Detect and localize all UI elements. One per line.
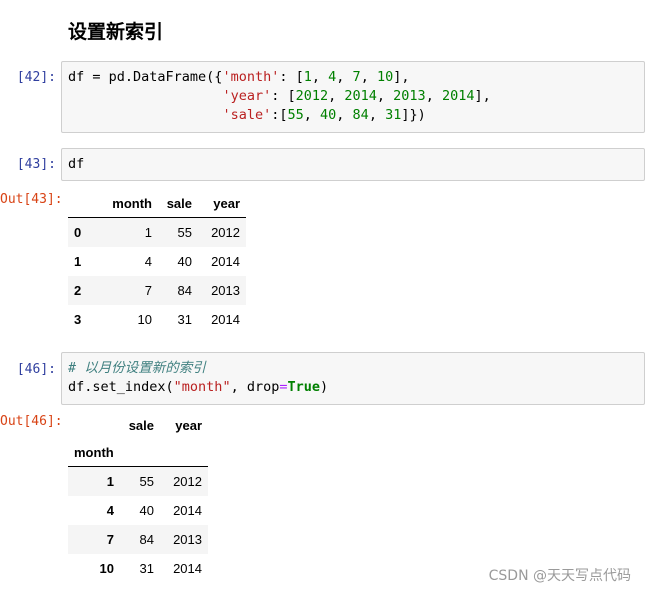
row-index: 2 (74, 283, 82, 298)
column-header: year (175, 418, 202, 433)
column-header: month (94, 190, 158, 218)
table-cell: 2014 (211, 312, 240, 327)
table-index-name-row: month (68, 439, 208, 467)
table-cell: 1 (144, 225, 152, 240)
empty-header (160, 439, 208, 467)
table-cell: 84 (139, 532, 154, 547)
section-heading: 设置新索引 (68, 21, 164, 43)
table-cell: 2014 (173, 503, 202, 518)
table-row: 0 1 55 2012 (68, 217, 246, 247)
table-cell: 84 (177, 283, 192, 298)
table-header-row: sale year (68, 412, 208, 439)
code-text: df = pd.DataFrame({ (68, 69, 223, 85)
dataframe-output-46: sale year month 1 55 2012 4 40 2014 7 84… (68, 412, 208, 583)
table-row: 10 31 2014 (68, 554, 208, 583)
table-row: 1 55 2012 (68, 466, 208, 496)
code-keyword: True (287, 379, 321, 395)
table-row: 2 7 84 2013 (68, 276, 246, 305)
table-cell: 7 (144, 283, 152, 298)
code-text: : [ (279, 69, 304, 85)
code-text: , drop (230, 379, 280, 395)
code-text: df.set_index( (68, 379, 174, 395)
table-cell: 2014 (173, 561, 202, 576)
code-text: ) (320, 379, 329, 395)
column-header: sale (128, 418, 154, 433)
table-cell: 40 (177, 254, 192, 269)
row-index: 0 (74, 225, 82, 240)
code-cell-46[interactable]: # 以月份设置新的索引 df.set_index("month", drop=T… (61, 352, 645, 405)
row-index: 1 (74, 254, 82, 269)
row-index: 4 (106, 503, 114, 518)
index-header (68, 190, 94, 218)
table-cell: 4 (144, 254, 152, 269)
code-string: 'month' (222, 69, 280, 85)
table-cell: 40 (139, 503, 154, 518)
table-row: 7 84 2013 (68, 525, 208, 554)
code-number: 2014 (344, 88, 377, 104)
watermark: CSDN @天天写点代码 (488, 568, 631, 584)
column-header: sale (158, 190, 198, 218)
code-number: 40 (320, 107, 337, 123)
table-row: 1 4 40 2014 (68, 247, 246, 276)
row-index: 3 (74, 312, 82, 327)
code-cell-42[interactable]: df = pd.DataFrame({'month': [1, 4, 7, 10… (61, 61, 645, 133)
out-prompt-43: Out[43]: (0, 192, 63, 207)
table-cell: 31 (139, 561, 154, 576)
dataframe-output-43: month sale year 0 1 55 2012 1 4 40 2014 … (68, 190, 246, 334)
code-number: 1 (303, 69, 312, 85)
code-operator: = (279, 379, 288, 395)
row-index: 7 (106, 532, 114, 547)
code-number: 2014 (441, 88, 475, 104)
table-cell: 55 (177, 225, 192, 240)
code-number: 55 (287, 107, 304, 123)
in-prompt-42: [42]: (16, 70, 56, 85)
row-index: 1 (106, 474, 114, 489)
code-number: 7 (352, 69, 361, 85)
code-string: 'sale' (222, 107, 272, 123)
empty-header (120, 439, 160, 467)
code-text: df (68, 156, 85, 172)
index-header (68, 412, 120, 439)
index-name-header: month (68, 439, 120, 467)
in-prompt-43: [43]: (16, 157, 56, 172)
code-number: 84 (352, 107, 369, 123)
table-cell: 55 (139, 474, 154, 489)
out-prompt-46: Out[46]: (0, 414, 63, 429)
table-cell: 2013 (173, 532, 202, 547)
table-row: 3 10 31 2014 (68, 305, 246, 334)
table-cell: 10 (137, 312, 152, 327)
table-header-row: month sale year (68, 190, 246, 218)
in-prompt-46: [46]: (16, 362, 56, 377)
table-row: 4 40 2014 (68, 496, 208, 525)
table-cell: 2012 (211, 225, 240, 240)
code-string: 'year' (222, 88, 272, 104)
code-comment: # 以月份设置新的索引 (68, 360, 206, 376)
table-cell: 31 (177, 312, 192, 327)
code-cell-43[interactable]: df (61, 148, 645, 181)
code-string: "month" (173, 379, 231, 395)
row-index: 10 (99, 561, 114, 576)
code-number: 31 (385, 107, 402, 123)
table-cell: 2014 (211, 254, 240, 269)
table-cell: 2012 (173, 474, 202, 489)
column-header: year (198, 190, 246, 218)
table-cell: 2013 (211, 283, 240, 298)
code-number: 2013 (393, 88, 426, 104)
code-number: 4 (328, 69, 337, 85)
code-number: 10 (376, 69, 394, 85)
code-number: 2012 (295, 88, 329, 104)
